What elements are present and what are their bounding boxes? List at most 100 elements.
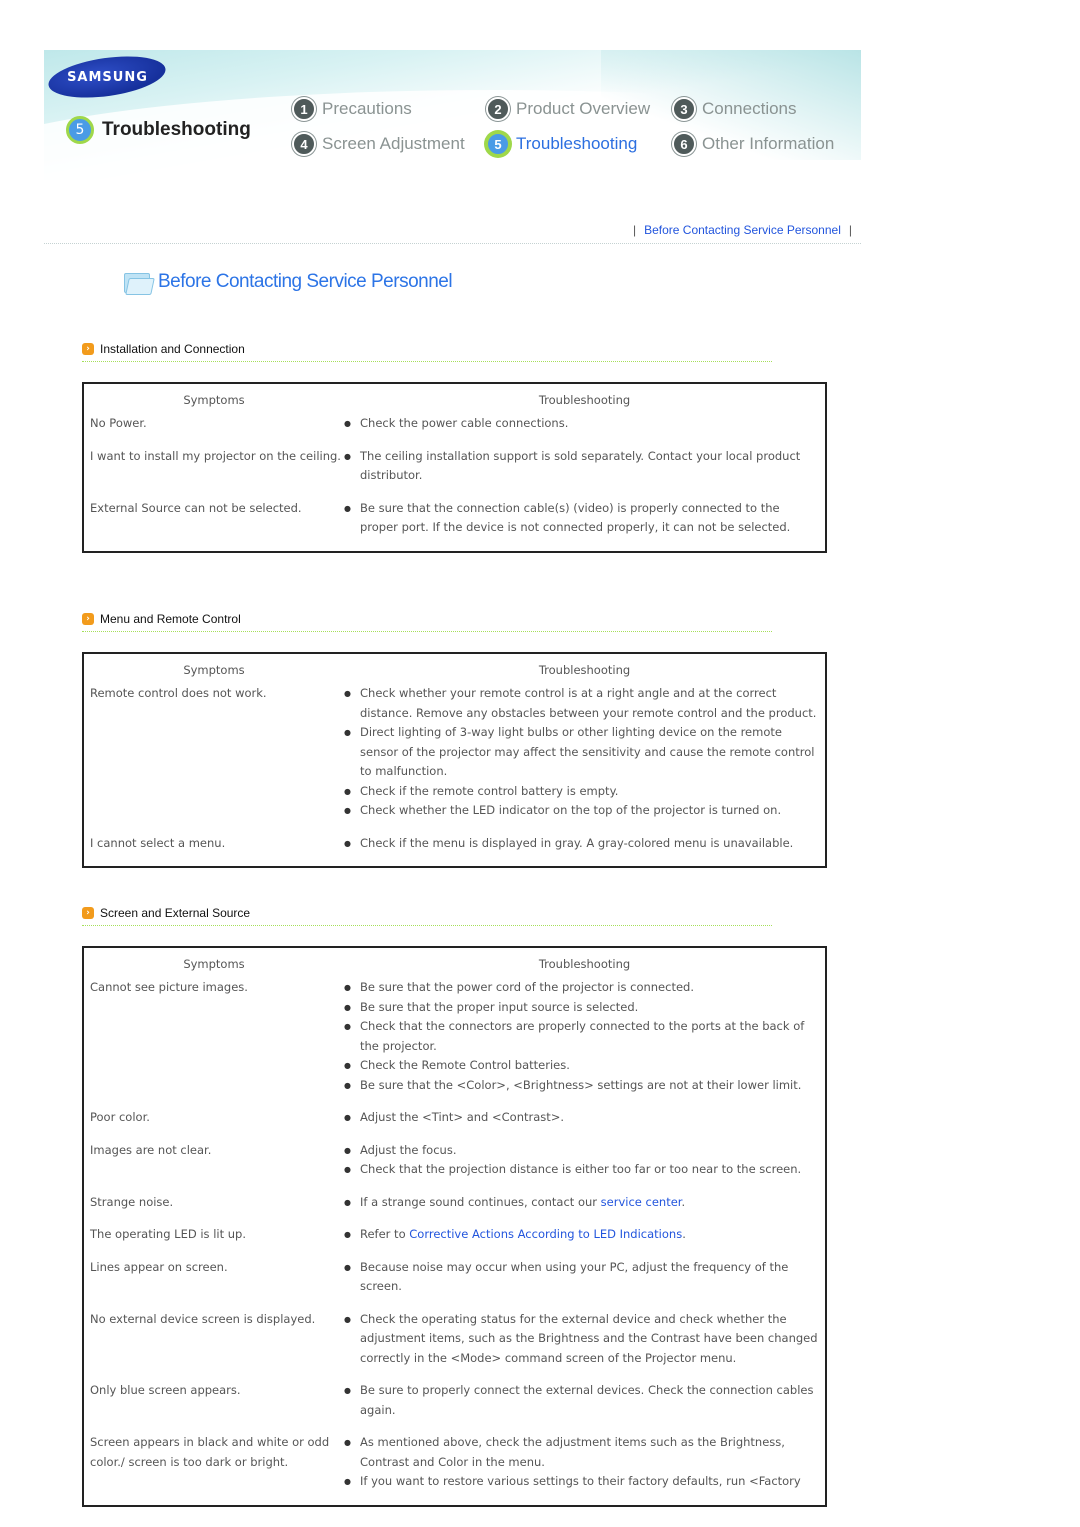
chevron-right-icon: › (82, 907, 94, 919)
section-divider (82, 361, 772, 362)
fix-list: Be sure to properly connect the external… (344, 1381, 825, 1420)
fix-text: If a strange sound continues, contact ou… (360, 1194, 601, 1209)
troubleshooting-cell: Be sure that the connection cable(s) (vi… (344, 499, 825, 551)
table-row: Lines appear on screen. Because noise may… (84, 1258, 825, 1310)
samsung-logo: SAMSUNG (45, 50, 169, 105)
fix-list: Check the power cable connections. (344, 414, 825, 434)
nav-precautions[interactable]: 1 Precautions (292, 97, 412, 121)
troubleshooting-cell: Adjust the focus.Check that the projecti… (344, 1141, 825, 1193)
section-heading: › Screen and External Source (82, 906, 250, 920)
table-row: External Source can not be selected. Be s… (84, 499, 825, 551)
number-3-icon: 3 (672, 97, 696, 121)
number-2-icon: 2 (486, 97, 510, 121)
table-row: Strange noise. If a strange sound continu… (84, 1193, 825, 1226)
fix-item: As mentioned above, check the adjustment… (344, 1433, 819, 1472)
symptom-cell: Images are not clear. (90, 1142, 212, 1157)
troubleshooting-cell: Check if the menu is displayed in gray. … (344, 834, 825, 867)
table-row: No external device screen is displayed. C… (84, 1310, 825, 1382)
section-heading: › Installation and Connection (82, 342, 245, 356)
symptom-cell: Poor color. (90, 1110, 150, 1124)
table-row: I want to install my projector on the ce… (84, 447, 825, 499)
fix-item: Check the operating status for the exter… (344, 1310, 819, 1369)
fix-item: Check if the remote control battery is e… (344, 782, 819, 802)
table-row: Images are not clear. Adjust the focus.Ch… (84, 1141, 825, 1193)
fix-link[interactable]: Corrective Actions According to LED Indi… (409, 1227, 682, 1241)
breadcrumb-separator: | (632, 223, 637, 237)
fix-list: Check the operating status for the exter… (344, 1310, 825, 1369)
symptom-cell: I cannot select a menu. (90, 835, 226, 850)
fix-item: Because noise may occur when using your … (344, 1258, 819, 1297)
troubleshooting-cell: Check whether your remote control is at … (344, 684, 825, 834)
fix-list: If a strange sound continues, contact ou… (344, 1193, 825, 1213)
fix-link[interactable]: service center (601, 1195, 682, 1209)
fix-item: Refer to Corrective Actions According to… (344, 1225, 819, 1245)
troubleshooting-cell: Refer to Corrective Actions According to… (344, 1225, 825, 1258)
number-1-icon: 1 (292, 97, 316, 121)
symptom-cell: Remote control does not work. (90, 686, 267, 700)
fix-item: The ceiling installation support is sold… (344, 447, 819, 486)
fix-item: Be sure that the <Color>, <Brightness> s… (344, 1076, 819, 1096)
table-header-row: Symptoms Troubleshooting (84, 654, 825, 684)
fix-item: Be sure to properly connect the external… (344, 1381, 819, 1420)
fix-list: As mentioned above, check the adjustment… (344, 1433, 825, 1492)
fix-list: Check whether your remote control is at … (344, 684, 825, 821)
table-row: Remote control does not work. Check wheth… (84, 684, 825, 834)
table-row: I cannot select a menu. Check if the menu… (84, 834, 825, 867)
fix-item: Check the Remote Control batteries. (344, 1056, 819, 1076)
nav-connections[interactable]: 3 Connections (672, 97, 797, 121)
fix-item: Check the power cable connections. (344, 414, 819, 434)
fix-item: Check whether the LED indicator on the t… (344, 801, 819, 821)
nav-screen-adjustment[interactable]: 4 Screen Adjustment (292, 132, 465, 156)
table-row: Poor color. Adjust the <Tint> and <Contra… (84, 1108, 825, 1141)
column-header-symptoms: Symptoms (183, 663, 245, 677)
troubleshooting-cell: Check the operating status for the exter… (344, 1310, 825, 1382)
troubleshooting-cell: Check the power cable connections. (344, 414, 825, 447)
section-divider (82, 631, 772, 632)
breadcrumb-separator: | (848, 223, 852, 237)
fix-item: If a strange sound continues, contact ou… (344, 1193, 819, 1213)
symptom-cell: The operating LED is lit up. (90, 1227, 247, 1241)
fix-text: Refer to (360, 1227, 410, 1241)
fix-item: Check that the connectors are properly c… (344, 1017, 819, 1056)
fix-text: . (682, 1227, 686, 1241)
nav-product-overview[interactable]: 2 Product Overview (486, 97, 650, 121)
symptom-cell: No external device screen is displayed. (90, 1311, 316, 1326)
symptom-cell: I want to install my projector on the ce… (90, 448, 341, 463)
fix-item: Adjust the focus. (344, 1141, 819, 1161)
breadcrumb: | Before Contacting Service Personnel | (633, 223, 852, 237)
symptom-cell: Only blue screen appears. (90, 1383, 241, 1397)
symptom-cell: External Source can not be selected. (90, 500, 302, 515)
fix-list: Check if the menu is displayed in gray. … (344, 834, 825, 854)
nav-troubleshooting[interactable]: 5 Troubleshooting (486, 132, 637, 156)
troubleshooting-cell: Be sure to properly connect the external… (344, 1381, 825, 1433)
troubleshooting-table: Symptoms Troubleshooting No Power. Check th… (82, 382, 827, 553)
breadcrumb-link[interactable]: Before Contacting Service Personnel (644, 223, 841, 237)
fix-list: Refer to Corrective Actions According to… (344, 1225, 825, 1245)
table-row: Screen appears in black and white or odd… (84, 1433, 825, 1505)
table-row: The operating LED is lit up. Refer to Cor… (84, 1225, 825, 1258)
current-section-label: Troubleshooting (102, 119, 251, 140)
table-row: No Power. Check the power cable connectio… (84, 414, 825, 447)
troubleshooting-cell: If a strange sound continues, contact ou… (344, 1193, 825, 1226)
symptom-cell: Lines appear on screen. (90, 1259, 228, 1274)
number-5-icon: 5 (486, 132, 510, 156)
nav-other-information[interactable]: 6 Other Information (672, 132, 834, 156)
column-header-symptoms: Symptoms (183, 957, 245, 971)
table-header-row: Symptoms Troubleshooting (84, 948, 825, 978)
symptom-cell: Cannot see picture images. (90, 980, 248, 994)
symptom-cell: Screen appears in black and white or odd… (90, 1435, 330, 1469)
troubleshooting-cell: Adjust the <Tint> and <Contrast>. (344, 1108, 825, 1141)
symptom-cell: Strange noise. (90, 1194, 174, 1209)
column-header-symptoms: Symptoms (183, 393, 245, 407)
symptom-cell: No Power. (90, 416, 147, 430)
column-header-troubleshooting: Troubleshooting (538, 663, 631, 677)
fix-list: Be sure that the power cord of the proje… (344, 978, 825, 1095)
section-number-badge: 5 (66, 116, 94, 144)
folder-icon (122, 270, 155, 295)
column-header-troubleshooting: Troubleshooting (538, 957, 631, 971)
troubleshooting-cell: Be sure that the power cord of the proje… (344, 978, 825, 1108)
table-row: Only blue screen appears. Be sure to prop… (84, 1381, 825, 1433)
number-4-icon: 4 (292, 132, 316, 156)
fix-list: Adjust the focus.Check that the projecti… (344, 1141, 825, 1180)
fix-item: Check whether your remote control is at … (344, 684, 819, 723)
